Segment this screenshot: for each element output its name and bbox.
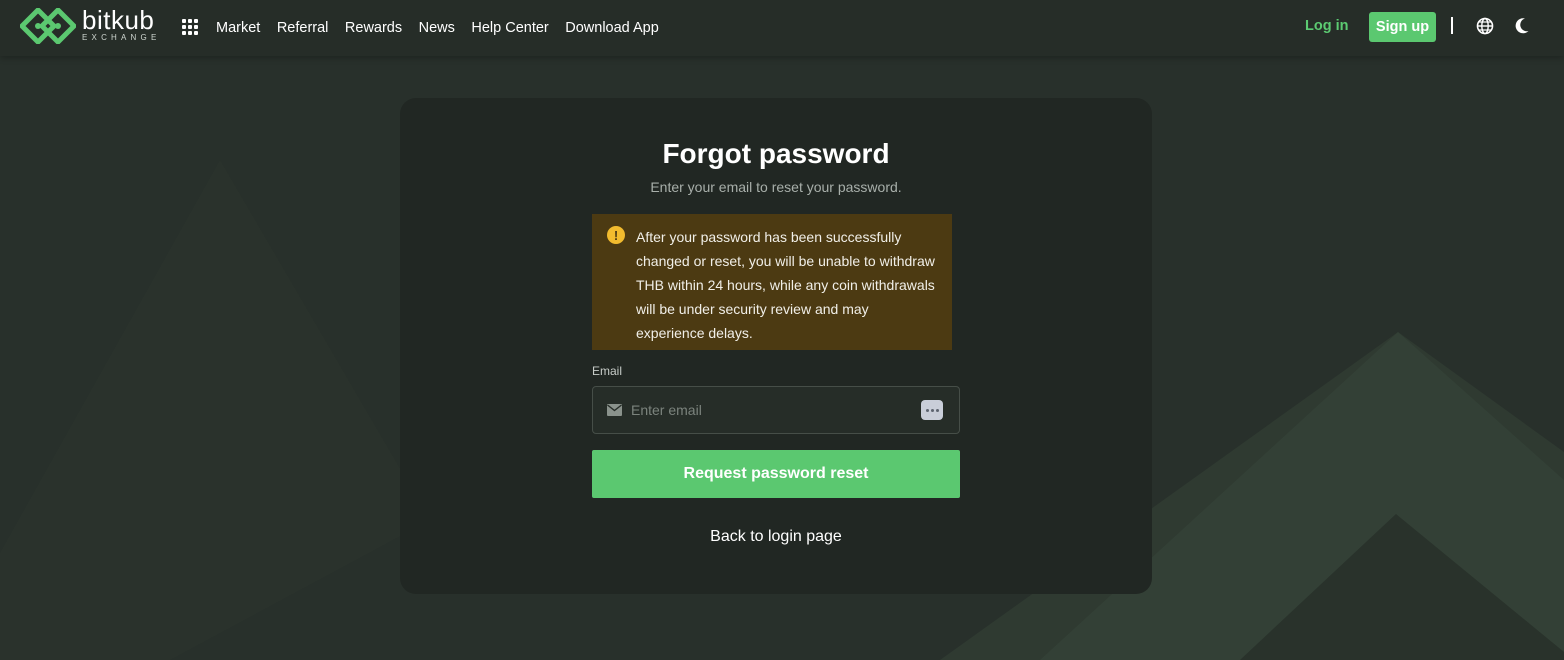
nav-rewards[interactable]: Rewards	[345, 20, 402, 36]
password-manager-icon[interactable]	[921, 400, 943, 420]
email-label: Email	[592, 364, 623, 378]
signup-button[interactable]: Sign up	[1369, 12, 1436, 42]
bitkub-diamond-logo-icon	[20, 8, 76, 44]
nav-referral[interactable]: Referral	[277, 20, 329, 36]
nav-market[interactable]: Market	[216, 20, 260, 36]
warning-notice: ! After your password has been successfu…	[592, 214, 952, 350]
forgot-password-card: Forgot password Enter your email to rese…	[400, 98, 1152, 594]
email-field	[592, 386, 960, 434]
email-input[interactable]	[631, 387, 911, 433]
back-to-login-link[interactable]: Back to login page	[400, 528, 1152, 546]
page: bitkub EXCHANGE Market Referral Rewards …	[0, 0, 1564, 660]
brand-name: bitkub	[82, 4, 155, 35]
moon-icon[interactable]	[1514, 17, 1530, 35]
nav-download-app[interactable]: Download App	[565, 20, 659, 36]
nav-help-center[interactable]: Help Center	[471, 20, 548, 36]
page-subtitle: Enter your email to reset your password.	[650, 179, 902, 195]
warning-text: After your password has been successfull…	[636, 229, 935, 341]
exclamation-icon: !	[607, 226, 625, 244]
grid-apps-icon[interactable]	[182, 19, 198, 35]
top-navbar: bitkub EXCHANGE Market Referral Rewards …	[0, 0, 1564, 56]
brand-logo[interactable]: bitkub EXCHANGE	[20, 4, 161, 44]
main-nav: Market Referral Rewards News Help Center…	[216, 0, 675, 56]
brand-tagline: EXCHANGE	[82, 32, 161, 42]
envelope-icon	[607, 404, 622, 416]
header-divider	[1451, 17, 1453, 34]
nav-news[interactable]: News	[419, 20, 455, 36]
login-link[interactable]: Log in	[1305, 18, 1349, 34]
globe-icon[interactable]	[1476, 17, 1494, 35]
page-title: Forgot password	[662, 138, 890, 169]
request-password-reset-button[interactable]: Request password reset	[592, 450, 960, 498]
